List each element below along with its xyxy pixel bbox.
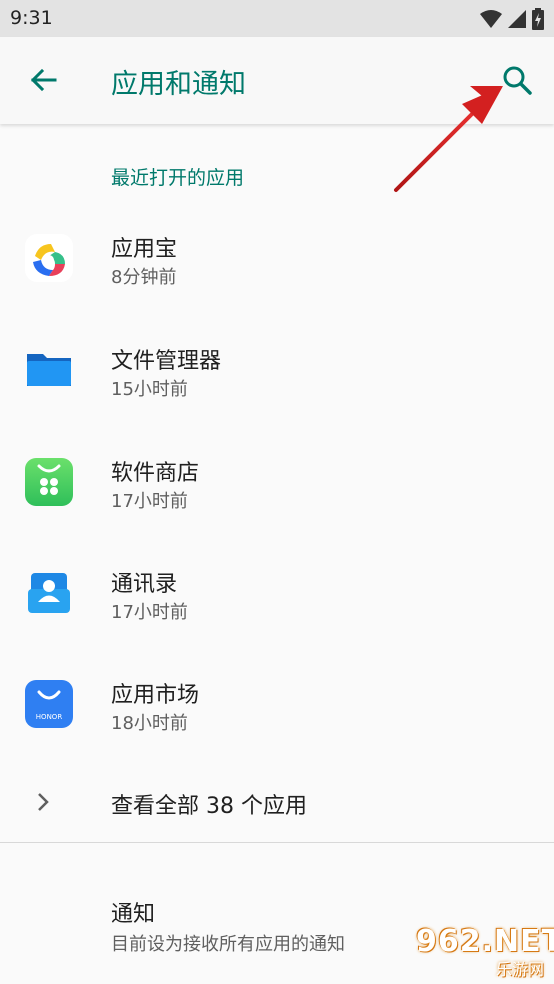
status-icons	[480, 7, 544, 31]
app-last-opened: 17小时前	[111, 491, 188, 512]
app-row-contacts[interactable]: 通讯录 17小时前	[0, 549, 554, 649]
watermark-sub: 乐游网	[495, 960, 544, 979]
app-row-file-manager[interactable]: 文件管理器 15小时前	[0, 326, 554, 426]
app-name: 通讯录	[111, 572, 178, 597]
app-name: 应用宝	[111, 237, 178, 262]
see-all-apps-button[interactable]: 查看全部 38 个应用	[0, 770, 554, 836]
battery-charging-icon	[532, 8, 544, 30]
honor-icon-text: HONOR	[36, 713, 63, 721]
section-header-recent-apps: 最近打开的应用	[111, 167, 245, 189]
chevron-right-icon	[38, 793, 49, 811]
search-button[interactable]	[498, 60, 538, 100]
app-row-app-market[interactable]: HONOR 应用市场 18小时前	[0, 660, 554, 760]
arrow-back-icon	[30, 68, 57, 92]
app-last-opened: 17小时前	[111, 602, 188, 623]
app-store-icon	[25, 458, 73, 506]
yingyongbao-icon	[25, 234, 73, 282]
honor-market-icon: HONOR	[25, 680, 73, 728]
page-title: 应用和通知	[111, 69, 246, 100]
app-name: 应用市场	[111, 683, 200, 708]
notifications-title: 通知	[111, 902, 156, 927]
app-name: 文件管理器	[111, 349, 222, 374]
status-time: 9:31	[10, 7, 53, 29]
app-last-opened: 15小时前	[111, 379, 188, 400]
back-button[interactable]	[24, 60, 64, 100]
watermark-logo: 962.NET 乐游网	[416, 924, 554, 980]
wifi-icon	[480, 10, 502, 28]
folder-icon	[27, 354, 71, 386]
see-all-apps-label: 查看全部 38 个应用	[111, 794, 307, 819]
app-last-opened: 18小时前	[111, 713, 188, 734]
contacts-icon	[28, 573, 70, 613]
app-row-yingyongbao[interactable]: 应用宝 8分钟前	[0, 214, 554, 314]
app-bar: 应用和通知	[0, 37, 554, 124]
app-row-software-store[interactable]: 软件商店 17小时前	[0, 438, 554, 538]
divider	[0, 842, 554, 843]
notifications-summary: 目前设为接收所有应用的通知	[111, 934, 345, 955]
app-name: 软件商店	[111, 461, 200, 486]
status-bar: 9:31	[0, 0, 554, 37]
watermark-main: 962.NET	[416, 924, 554, 959]
search-icon	[503, 66, 532, 95]
cellular-signal-icon	[508, 10, 526, 28]
app-last-opened: 8分钟前	[111, 267, 177, 288]
